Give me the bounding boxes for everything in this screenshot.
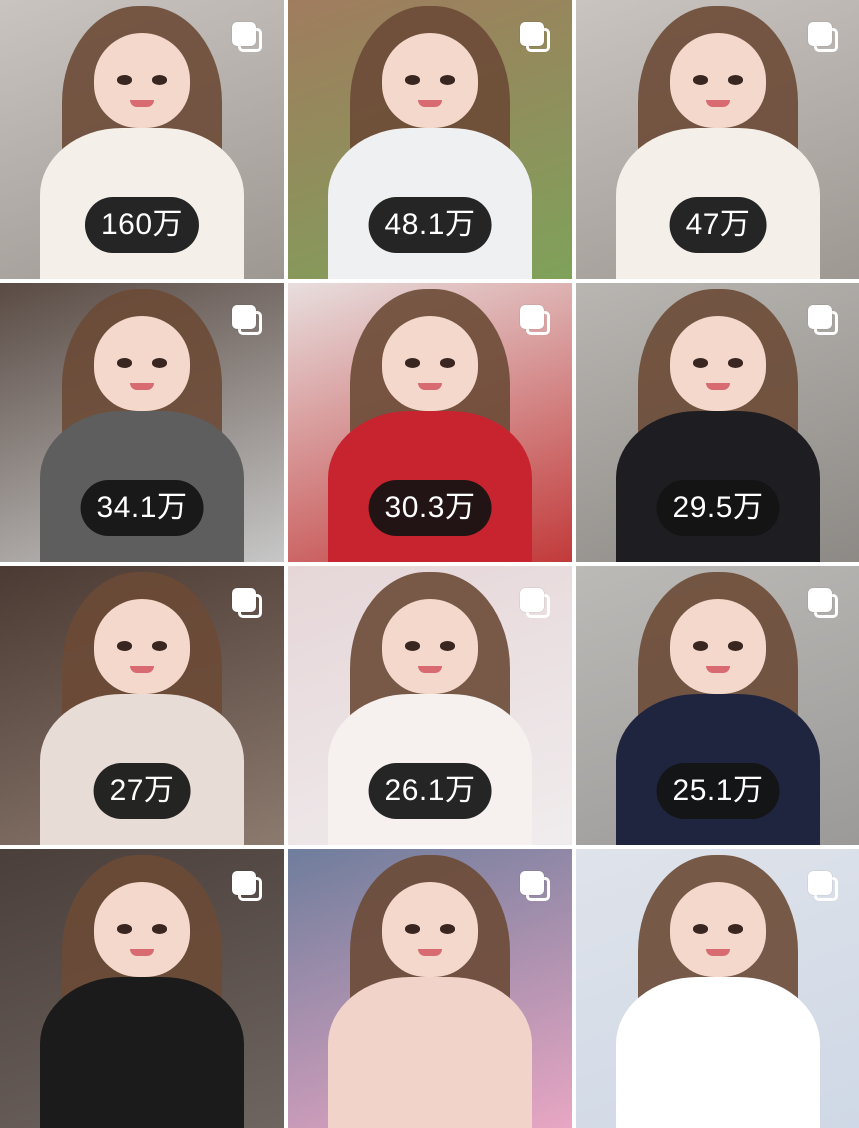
eye: [116, 75, 133, 85]
person-face: [93, 316, 191, 412]
view-count-badge: 160万: [84, 197, 200, 253]
eye: [439, 924, 456, 934]
post-tile[interactable]: 25.1万: [576, 566, 859, 845]
view-count: 26.1万: [384, 774, 476, 807]
post-tile[interactable]: 160万: [0, 0, 284, 279]
person-face: [381, 882, 479, 978]
person-face: [93, 599, 191, 695]
mouth: [418, 99, 442, 108]
mouth: [418, 382, 442, 391]
multiple-images-icon: [808, 588, 838, 618]
view-count-badge: 48.1万: [368, 197, 492, 253]
eye: [727, 75, 744, 85]
mouth: [130, 99, 154, 108]
eye: [692, 924, 709, 934]
view-count-badge: 30.3万: [368, 480, 492, 536]
view-count-badge: 47万: [669, 197, 767, 253]
view-count: 27万: [109, 774, 175, 807]
person-face: [93, 882, 191, 978]
mouth: [706, 948, 730, 957]
view-count-badge: 25.1万: [656, 763, 780, 819]
person-face: [669, 882, 767, 978]
mouth: [130, 665, 154, 674]
eye: [692, 358, 709, 368]
eye: [116, 641, 133, 651]
person-face: [669, 599, 767, 695]
view-count: 29.5万: [672, 491, 764, 524]
view-count-badge: 34.1万: [80, 480, 204, 536]
view-count: 25.1万: [672, 774, 764, 807]
person-face: [381, 599, 479, 695]
person-face: [669, 33, 767, 129]
eye: [404, 75, 421, 85]
view-count: 160万: [100, 208, 184, 241]
view-count: 30.3万: [384, 491, 476, 524]
eye: [404, 358, 421, 368]
mouth: [706, 382, 730, 391]
post-tile[interactable]: 30.3万: [288, 283, 572, 562]
multiple-images-icon: [232, 871, 262, 901]
multiple-images-icon: [232, 305, 262, 335]
post-tile[interactable]: [0, 849, 284, 1128]
eye: [404, 924, 421, 934]
multiple-images-icon: [520, 871, 550, 901]
view-count-badge: 26.1万: [368, 763, 492, 819]
multiple-images-icon: [520, 22, 550, 52]
mouth: [418, 948, 442, 957]
eye: [151, 924, 168, 934]
mouth: [130, 948, 154, 957]
post-tile[interactable]: 29.5万: [576, 283, 859, 562]
person-face: [381, 33, 479, 129]
eye: [727, 358, 744, 368]
mouth: [706, 665, 730, 674]
eye: [151, 358, 168, 368]
post-tile[interactable]: [288, 849, 572, 1128]
post-tile[interactable]: 48.1万: [288, 0, 572, 279]
eye: [151, 641, 168, 651]
multiple-images-icon: [808, 22, 838, 52]
person-face: [381, 316, 479, 412]
view-count-badge: 29.5万: [656, 480, 780, 536]
person-outfit: [39, 977, 245, 1128]
view-count: 47万: [685, 208, 751, 241]
mouth: [706, 99, 730, 108]
eye: [116, 924, 133, 934]
eye: [727, 641, 744, 651]
post-tile[interactable]: 47万: [576, 0, 859, 279]
eye: [692, 75, 709, 85]
multiple-images-icon: [808, 871, 838, 901]
eye: [439, 75, 456, 85]
eye: [439, 358, 456, 368]
post-tile[interactable]: 26.1万: [288, 566, 572, 845]
view-count: 48.1万: [384, 208, 476, 241]
person-face: [669, 316, 767, 412]
eye: [727, 924, 744, 934]
mouth: [130, 382, 154, 391]
eye: [692, 641, 709, 651]
multiple-images-icon: [232, 588, 262, 618]
post-tile[interactable]: [576, 849, 859, 1128]
eye: [116, 358, 133, 368]
eye: [439, 641, 456, 651]
view-count: 34.1万: [96, 491, 188, 524]
mouth: [418, 665, 442, 674]
person-outfit: [327, 977, 533, 1128]
view-count-badge: 27万: [93, 763, 191, 819]
person-face: [93, 33, 191, 129]
eye: [151, 75, 168, 85]
post-tile[interactable]: 27万: [0, 566, 284, 845]
multiple-images-icon: [520, 305, 550, 335]
multiple-images-icon: [808, 305, 838, 335]
person-outfit: [615, 977, 821, 1128]
post-grid: 160万 48.1万 47万 34.1万 30.3万 29.5万 27万 26.…: [0, 0, 859, 1128]
post-tile[interactable]: 34.1万: [0, 283, 284, 562]
multiple-images-icon: [520, 588, 550, 618]
multiple-images-icon: [232, 22, 262, 52]
eye: [404, 641, 421, 651]
